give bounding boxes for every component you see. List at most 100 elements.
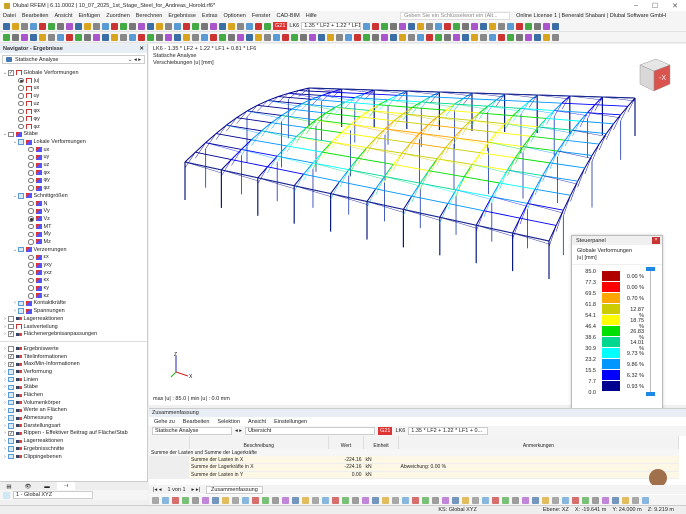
summary-menu-item[interactable]: Gehe zu <box>154 419 175 425</box>
analysis-select[interactable]: Statische Analyse <box>152 427 232 435</box>
toolbar-button-icon[interactable] <box>336 34 343 41</box>
checkbox[interactable] <box>18 193 24 199</box>
toolbar-button-icon[interactable] <box>408 34 415 41</box>
menu-berechnen[interactable]: Berechnen <box>136 13 163 19</box>
tree-item[interactable]: uy <box>0 92 147 100</box>
toolbar-button-icon[interactable] <box>183 23 190 30</box>
member[interactable] <box>492 197 528 204</box>
toolbar-button-icon[interactable] <box>372 34 379 41</box>
member[interactable] <box>420 171 428 184</box>
tree-item[interactable]: ux <box>0 84 147 92</box>
toolbar-button-icon[interactable] <box>201 23 208 30</box>
member[interactable] <box>513 116 547 119</box>
member[interactable] <box>440 203 448 217</box>
checkbox[interactable] <box>8 423 14 429</box>
toolbar-button-icon[interactable] <box>408 23 415 30</box>
member[interactable] <box>492 183 500 203</box>
member[interactable] <box>543 176 578 185</box>
member[interactable] <box>309 88 342 89</box>
member[interactable] <box>367 148 402 157</box>
member[interactable] <box>528 203 564 213</box>
toolbar-button-icon[interactable] <box>399 23 406 30</box>
member[interactable] <box>446 110 480 113</box>
tree-item[interactable]: uz <box>0 161 147 169</box>
tree-item[interactable]: φy <box>0 115 147 123</box>
member[interactable] <box>349 170 385 177</box>
member[interactable] <box>578 168 585 181</box>
toolbar-button-icon[interactable] <box>489 23 496 30</box>
member[interactable] <box>507 170 542 176</box>
member[interactable] <box>496 100 529 102</box>
radio-button[interactable] <box>28 285 34 291</box>
member[interactable] <box>429 171 464 177</box>
member[interactable] <box>316 113 326 120</box>
member[interactable] <box>549 225 556 241</box>
checkbox[interactable] <box>18 247 24 253</box>
member[interactable] <box>571 181 578 201</box>
member[interactable] <box>437 148 445 165</box>
member[interactable] <box>528 203 564 210</box>
member[interactable] <box>268 167 304 174</box>
member[interactable] <box>515 158 550 163</box>
member[interactable] <box>360 117 394 121</box>
toolbar-button-icon[interactable] <box>219 23 226 30</box>
table-row[interactable]: Summe der Lagerkräfte in X-224.16kNAbwei… <box>149 464 679 471</box>
toolbar-button-icon[interactable] <box>426 23 433 30</box>
tree-item[interactable]: ›✓Flächenergebnisanpassungen <box>0 330 147 338</box>
close-icon[interactable]: ✕ <box>139 46 144 52</box>
member[interactable] <box>185 162 221 170</box>
radio-button[interactable] <box>28 162 34 168</box>
toolbar-button-icon[interactable] <box>300 34 307 41</box>
toolbar-button-icon[interactable] <box>75 34 82 41</box>
member[interactable] <box>476 211 484 231</box>
tree-item[interactable]: εx <box>0 254 147 262</box>
member[interactable] <box>237 118 272 123</box>
toolbar-button-icon[interactable] <box>507 34 514 41</box>
toolbar-button-icon[interactable] <box>138 23 145 30</box>
member[interactable] <box>403 196 411 209</box>
member[interactable] <box>287 146 322 152</box>
member[interactable] <box>472 93 505 94</box>
toolbar-button-icon[interactable] <box>534 23 541 30</box>
member[interactable] <box>341 133 376 138</box>
member[interactable] <box>349 170 385 180</box>
toolbar-button-icon[interactable] <box>3 23 10 30</box>
tree-item[interactable]: ›Kontaktkräfte <box>0 300 147 308</box>
checkbox[interactable]: ✓ <box>8 331 14 337</box>
member[interactable] <box>332 142 367 151</box>
member[interactable] <box>440 203 448 223</box>
radio-button[interactable] <box>28 270 34 276</box>
checkbox[interactable] <box>8 316 14 322</box>
toolbar-button-icon[interactable] <box>482 497 489 504</box>
toolbar-button-icon[interactable] <box>432 497 439 504</box>
member[interactable] <box>456 177 464 196</box>
tab-summary[interactable]: Zusammenfassung <box>206 486 263 494</box>
toolbar-button-icon[interactable] <box>111 34 118 41</box>
toolbar-button-icon[interactable] <box>412 497 419 504</box>
toolbar-button-icon[interactable] <box>255 34 262 41</box>
member[interactable] <box>335 102 345 107</box>
member[interactable] <box>393 164 428 170</box>
toolbar-button-icon[interactable] <box>572 497 579 504</box>
menu-extras[interactable]: Extras <box>202 13 218 19</box>
tree-item[interactable]: ›Darstellungsart <box>0 422 147 430</box>
toolbar-button-icon[interactable] <box>453 34 460 41</box>
toolbar-button-icon[interactable] <box>381 23 388 30</box>
member[interactable] <box>563 195 570 210</box>
toolbar-button-icon[interactable] <box>273 34 280 41</box>
search-input[interactable]: Geben Sie ein Schlüsselwort ein (Alt... <box>400 12 510 20</box>
member[interactable] <box>367 189 376 208</box>
tree-item[interactable]: Mz <box>0 238 147 246</box>
toolbar-button-icon[interactable] <box>129 34 136 41</box>
toolbar-button-icon[interactable] <box>354 34 361 41</box>
toolbar-button-icon[interactable] <box>246 34 253 41</box>
member[interactable] <box>385 164 394 176</box>
toolbar-button-icon[interactable] <box>435 23 442 30</box>
member[interactable] <box>360 110 369 116</box>
toolbar-button-icon[interactable] <box>282 497 289 504</box>
toolbar-button-icon[interactable] <box>120 34 127 41</box>
tree-item[interactable]: Vz <box>0 215 147 223</box>
member[interactable] <box>535 189 570 195</box>
toolbar-button-icon[interactable] <box>592 497 599 504</box>
member[interactable] <box>420 183 456 193</box>
